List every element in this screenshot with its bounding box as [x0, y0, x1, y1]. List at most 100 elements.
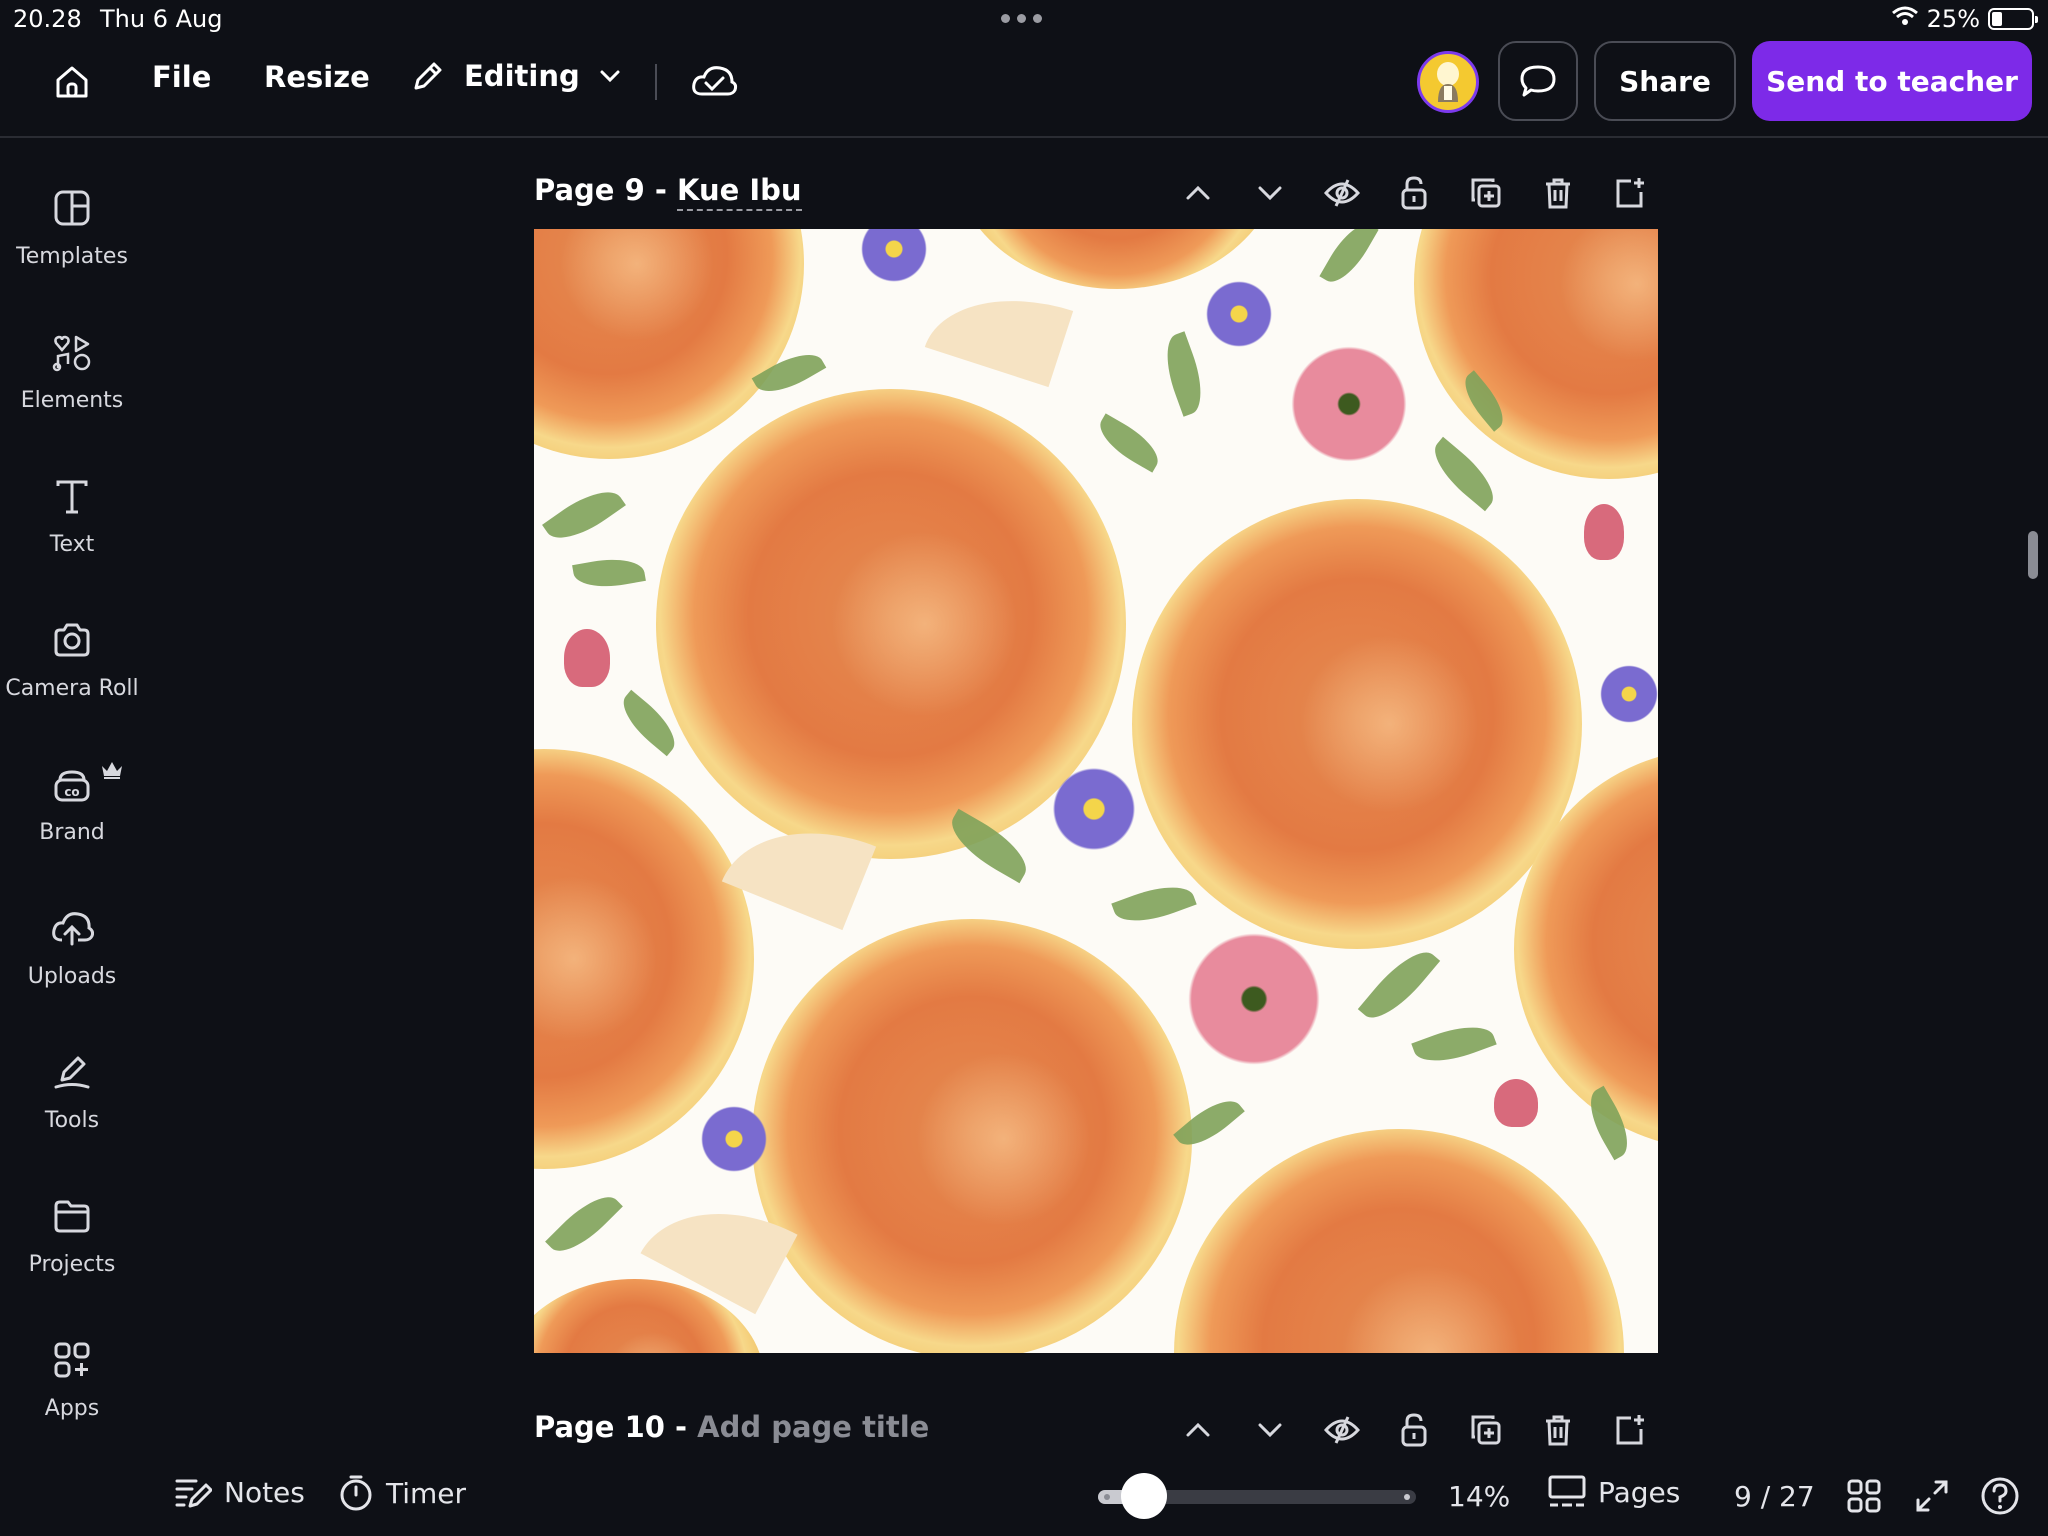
leaf-illustration: [1111, 876, 1197, 932]
timer-button[interactable]: Timer: [338, 1474, 466, 1512]
flower-bud-illustration: [1494, 1079, 1538, 1127]
violet-flower-illustration: [1199, 274, 1279, 354]
page-number-label: Page 9 -: [534, 173, 677, 207]
sidebar-item-tools[interactable]: Tools: [0, 1004, 144, 1134]
move-page-down-button[interactable]: [1246, 169, 1294, 217]
sidebar-item-brand[interactable]: co Brand: [0, 716, 144, 846]
page-10-header: Page 10 - Add page title: [534, 1400, 1654, 1460]
help-button[interactable]: [1978, 1474, 2022, 1518]
cloud-saved-button[interactable]: [688, 56, 740, 108]
expand-icon: [1916, 1480, 1948, 1512]
violet-flower-illustration: [1044, 759, 1144, 859]
timer-icon: [340, 1475, 372, 1511]
sidebar-item-projects[interactable]: Projects: [0, 1148, 144, 1278]
sidebar-item-camera-roll[interactable]: Camera Roll: [0, 572, 144, 702]
delete-page-button[interactable]: [1534, 1406, 1582, 1454]
text-icon: [48, 472, 96, 520]
move-page-up-button[interactable]: [1174, 169, 1222, 217]
status-right: 25%: [1891, 5, 2038, 33]
sidebar-item-label: Elements: [20, 388, 124, 413]
sidebar-item-label: Uploads: [27, 964, 117, 989]
sidebar-item-apps[interactable]: Apps: [0, 1292, 144, 1422]
comment-button[interactable]: [1498, 41, 1578, 121]
hide-page-button[interactable]: [1318, 169, 1366, 217]
fullscreen-button[interactable]: [1910, 1474, 1954, 1518]
tools-icon: [48, 1048, 96, 1096]
leaf-illustration: [1411, 1016, 1497, 1072]
leaf-illustration: [572, 553, 646, 593]
page-title[interactable]: Page 9 - Kue Ibu: [534, 173, 802, 211]
move-page-up-button[interactable]: [1174, 1406, 1222, 1454]
sidebar-item-uploads[interactable]: Uploads: [0, 860, 144, 990]
vertical-scrollbar[interactable]: [2028, 531, 2038, 579]
delete-page-button[interactable]: [1534, 169, 1582, 217]
page-actions: [1174, 169, 1654, 217]
status-time: 20.28: [13, 5, 82, 33]
flower-bud-illustration: [1584, 504, 1624, 560]
pattern-image[interactable]: [534, 229, 1658, 1353]
duplicate-page-button[interactable]: [1462, 1406, 1510, 1454]
flower-bud-illustration: [564, 629, 610, 687]
lock-page-button[interactable]: [1390, 1406, 1438, 1454]
speech-bubble-icon: [1520, 65, 1556, 97]
chevron-down-icon: [600, 70, 620, 83]
wifi-icon: [1891, 5, 1919, 33]
violet-flower-illustration: [1594, 659, 1658, 729]
resize-button[interactable]: Resize: [264, 60, 370, 94]
chevron-up-icon: [1186, 185, 1210, 200]
tart-illustration: [1174, 1129, 1624, 1353]
multitasking-dots-icon[interactable]: [1001, 14, 1042, 23]
page-title[interactable]: Page 10 - Add page title: [534, 1410, 929, 1444]
page-name[interactable]: Kue Ibu: [676, 173, 802, 211]
avatar[interactable]: [1417, 51, 1479, 113]
send-to-teacher-button[interactable]: Send to teacher: [1752, 41, 2032, 121]
sidebar-item-label: Apps: [44, 1396, 100, 1421]
file-menu-button[interactable]: File: [152, 60, 211, 94]
top-toolbar: File Resize Editing Share Send to teache…: [0, 38, 2048, 138]
cloud-check-icon: [692, 66, 738, 96]
lock-page-button[interactable]: [1390, 169, 1438, 217]
move-page-down-button[interactable]: [1246, 1406, 1294, 1454]
duplicate-icon: [1471, 1415, 1501, 1445]
tart-illustration: [752, 919, 1192, 1353]
sidebar-item-templates[interactable]: Templates: [0, 140, 144, 270]
home-button[interactable]: [48, 58, 96, 106]
status-date: Thu 6 Aug: [100, 5, 223, 33]
zoom-level[interactable]: 14%: [1448, 1480, 1510, 1513]
toolbar-divider: [655, 64, 657, 100]
apple-slice-illustration: [924, 270, 1074, 388]
templates-icon: [48, 184, 96, 232]
grid-view-button[interactable]: [1842, 1474, 1886, 1518]
page-actions: [1174, 1406, 1654, 1454]
add-page-title-placeholder[interactable]: Add page title: [697, 1410, 929, 1444]
add-page-icon: [1616, 1415, 1644, 1445]
sidebar-item-label: Camera Roll: [5, 676, 139, 701]
zoom-slider-max-dot: [1404, 1494, 1410, 1500]
pencil-icon: [414, 62, 442, 90]
elements-icon: [48, 328, 96, 376]
leaf-illustration: [1357, 940, 1441, 1030]
notes-label: Notes: [224, 1475, 305, 1509]
add-page-button[interactable]: [1606, 1406, 1654, 1454]
share-button[interactable]: Share: [1594, 41, 1736, 121]
zoom-slider[interactable]: [1098, 1473, 1416, 1519]
notes-button[interactable]: Notes: [174, 1474, 305, 1510]
leaf-illustration: [1319, 229, 1379, 291]
duplicate-icon: [1471, 178, 1501, 208]
leaf-illustration: [545, 1185, 623, 1263]
battery-level: [1992, 12, 2002, 26]
editing-mode-dropdown[interactable]: Editing: [408, 56, 624, 96]
pages-button[interactable]: Pages: [1548, 1474, 1680, 1510]
sidebar-item-elements[interactable]: Elements: [0, 284, 144, 414]
zoom-slider-handle[interactable]: [1121, 1473, 1167, 1519]
hide-page-button[interactable]: [1318, 1406, 1366, 1454]
add-page-button[interactable]: [1606, 169, 1654, 217]
pages-label: Pages: [1598, 1475, 1681, 1509]
timer-label: Timer: [386, 1476, 467, 1510]
duplicate-page-button[interactable]: [1462, 169, 1510, 217]
pink-flower-illustration: [1279, 334, 1419, 474]
sidebar-item-text[interactable]: Text: [0, 428, 144, 558]
chevron-down-icon: [1258, 1423, 1282, 1438]
add-page-icon: [1616, 178, 1644, 208]
page-canvas[interactable]: [534, 229, 1658, 1353]
